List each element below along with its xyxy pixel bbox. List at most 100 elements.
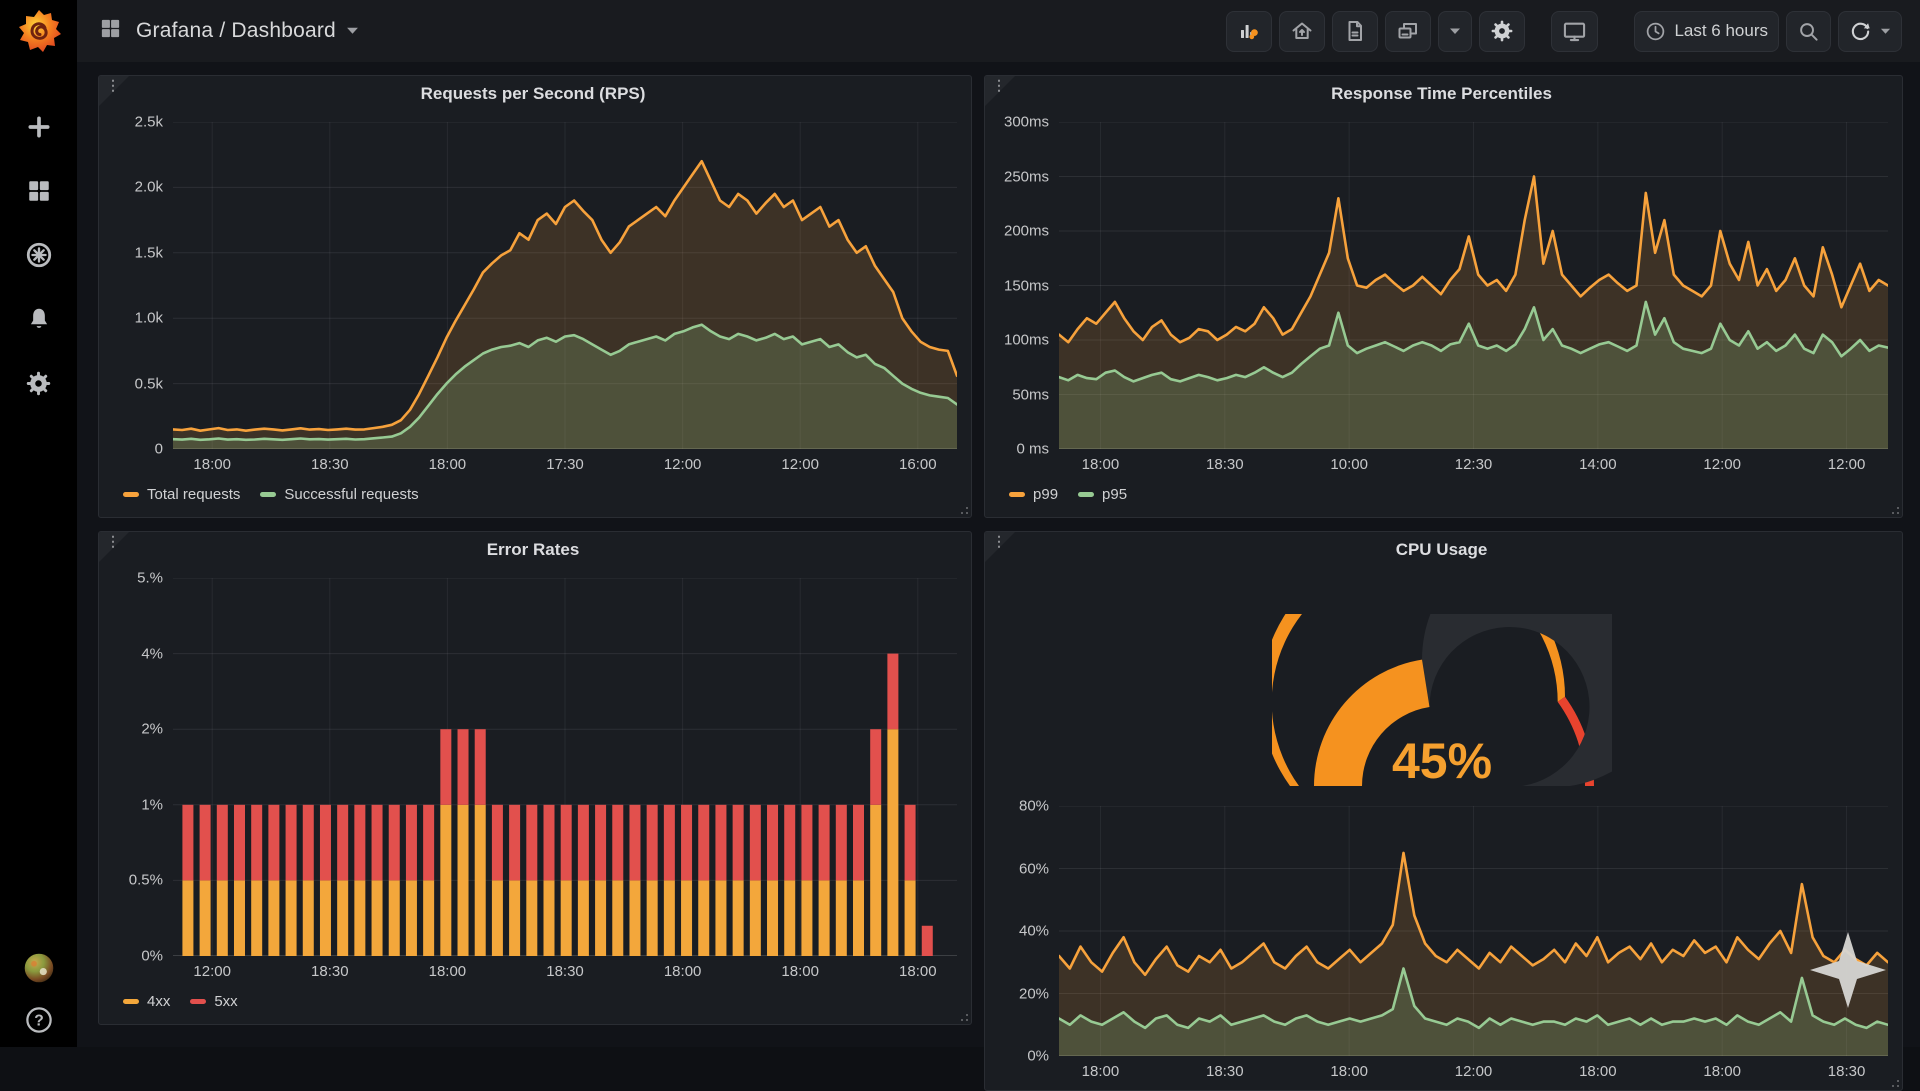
y-tick-label: 0 ms	[1017, 441, 1050, 458]
panel-menu-icon[interactable]: ⋮	[106, 78, 120, 92]
x-axis-labels: 18:0018:3018:0017:3012:0012:0016:00	[173, 449, 957, 477]
panel-resize-handle[interactable]	[958, 1011, 968, 1021]
panel-menu-icon[interactable]: ⋮	[106, 534, 120, 548]
x-tick-label: 17:30	[546, 456, 584, 473]
panel-resize-handle[interactable]	[1889, 504, 1899, 514]
panel-header[interactable]: Response Time Percentiles	[995, 76, 1888, 112]
panel-response-time-percentiles: ⋮ Response Time Percentiles 300ms250ms20…	[984, 75, 1903, 518]
legend-color-chip	[1078, 492, 1094, 497]
rps-plot-area[interactable]	[173, 122, 957, 449]
legend-item[interactable]: Total requests	[123, 486, 240, 503]
x-tick-label: 12:00	[1703, 456, 1741, 473]
panel-menu-icon[interactable]: ⋮	[992, 78, 1006, 92]
y-tick-label: 1.5k	[135, 244, 163, 261]
help-icon[interactable]: ?	[24, 1005, 54, 1035]
legend-item[interactable]: 4xx	[123, 993, 170, 1010]
chevron-down-icon[interactable]	[346, 22, 359, 40]
sidebar-item-alerting[interactable]	[24, 304, 54, 334]
x-tick-label: 18:00	[664, 963, 702, 980]
sidebar-item-dashboards[interactable]	[24, 176, 54, 206]
x-tick-label: 18:30	[311, 963, 349, 980]
chart-legend: Total requests Successful requests	[109, 477, 957, 511]
panel-header[interactable]: CPU Usage	[995, 532, 1888, 568]
x-tick-label: 18:30	[546, 963, 584, 980]
y-axis-labels: 80%60%40%20%0%	[995, 806, 1059, 1056]
grafana-logo-icon[interactable]	[14, 7, 64, 57]
dashboard-grid: ⋮ Requests per Second (RPS) 2.5k2.0k1.5k…	[77, 62, 1920, 1091]
sidebar-item-explore[interactable]	[24, 240, 54, 270]
search-button[interactable]	[1786, 11, 1831, 52]
error-rates-plot-area[interactable]	[173, 578, 957, 956]
y-tick-label: 1.0k	[135, 310, 163, 327]
save-dashboard-button[interactable]	[1385, 11, 1431, 52]
grid-icon	[26, 178, 52, 204]
legend-color-chip	[260, 492, 276, 497]
x-tick-label: 18:00	[429, 456, 467, 473]
legend-color-chip	[190, 999, 206, 1004]
tv-monitor-icon	[1562, 19, 1587, 44]
time-range-picker[interactable]: Last 6 hours	[1634, 11, 1779, 52]
document-icon	[1343, 19, 1367, 43]
latency-plot-area[interactable]	[1059, 122, 1888, 449]
cpu-plot-area[interactable]	[1059, 806, 1888, 1056]
sidebar-item-create[interactable]	[24, 112, 54, 142]
panel-requests-per-second: ⋮ Requests per Second (RPS) 2.5k2.0k1.5k…	[98, 75, 972, 518]
caret-down-icon	[1449, 27, 1461, 35]
chart-legend: 4xx 5xx	[109, 984, 957, 1018]
y-tick-label: 2.5k	[135, 114, 163, 131]
sidebar: ?	[0, 0, 77, 1047]
dashboard-grid-icon[interactable]	[99, 17, 122, 45]
x-tick-label: 18:30	[1828, 1063, 1866, 1080]
x-tick-label: 12:00	[1455, 1063, 1493, 1080]
save-options-caret-button[interactable]	[1438, 11, 1472, 52]
panel-menu-icon[interactable]: ⋮	[992, 534, 1006, 548]
legend-item[interactable]: Successful requests	[260, 486, 418, 503]
legend-color-chip	[1009, 492, 1025, 497]
svg-text:?: ?	[34, 1013, 44, 1030]
sidebar-item-configuration[interactable]	[24, 368, 54, 398]
x-tick-label: 12:30	[1455, 456, 1493, 473]
x-tick-label: 18:00	[1082, 1063, 1120, 1080]
svg-text:45%: 45%	[1391, 733, 1491, 789]
search-icon	[1797, 20, 1820, 43]
panel-resize-handle[interactable]	[958, 504, 968, 514]
breadcrumb-title[interactable]: Grafana / Dashboard	[136, 19, 336, 43]
panel-title: Requests per Second (RPS)	[421, 84, 646, 104]
legend-item[interactable]: p99	[1009, 486, 1058, 503]
x-tick-label: 14:00	[1579, 456, 1617, 473]
y-tick-label: 0%	[1027, 1048, 1049, 1065]
dashboard-settings-button[interactable]	[1479, 11, 1525, 52]
x-tick-label: 16:00	[899, 456, 937, 473]
refresh-button[interactable]	[1838, 11, 1902, 52]
legend-label: 4xx	[147, 993, 170, 1010]
dashboard-settings-file-button[interactable]	[1332, 11, 1378, 52]
panel-stats-button[interactable]	[1226, 11, 1272, 52]
caret-down-icon	[1880, 27, 1891, 35]
y-tick-label: 200ms	[1004, 223, 1049, 240]
y-tick-label: 80%	[1019, 798, 1049, 815]
panel-header[interactable]: Error Rates	[109, 532, 957, 568]
y-axis-labels: 300ms250ms200ms150ms100ms50ms0 ms	[995, 122, 1059, 449]
legend-label: Total requests	[147, 486, 240, 503]
panel-resize-handle[interactable]	[1889, 1077, 1899, 1087]
share-button[interactable]	[1279, 11, 1325, 52]
cycle-view-mode-button[interactable]	[1551, 11, 1598, 52]
panel-cpu-usage: ⋮ CPU Usage 45% 80%60%40%20%0% 18:00 18:3…	[984, 531, 1903, 1091]
panel-title: CPU Usage	[1396, 540, 1488, 560]
cpu-chart: 80%60%40%20%0% 18:00 18:30 18:00 12:00 18:00…	[995, 806, 1888, 1084]
legend-label: p99	[1033, 486, 1058, 503]
panel-error-rates: ⋮ Error Rates 5.%4%2%1%0.5%0% 12:0018:30…	[98, 531, 972, 1025]
x-tick-label: 18:00	[1579, 1063, 1617, 1080]
legend-item[interactable]: 5xx	[190, 993, 237, 1010]
x-axis-labels: 12:0018:3018:0018:3018:0018:0018:00	[173, 956, 957, 984]
y-tick-label: 2%	[141, 721, 163, 738]
user-avatar[interactable]	[24, 953, 54, 983]
x-tick-label: 18:00	[193, 456, 231, 473]
time-range-label: Last 6 hours	[1674, 21, 1768, 41]
x-tick-label: 18:30	[311, 456, 349, 473]
y-tick-label: 250ms	[1004, 168, 1049, 185]
x-tick-label: 12:00	[193, 963, 231, 980]
x-tick-label: 18:00	[1330, 1063, 1368, 1080]
legend-item[interactable]: p95	[1078, 486, 1127, 503]
panel-header[interactable]: Requests per Second (RPS)	[109, 76, 957, 112]
